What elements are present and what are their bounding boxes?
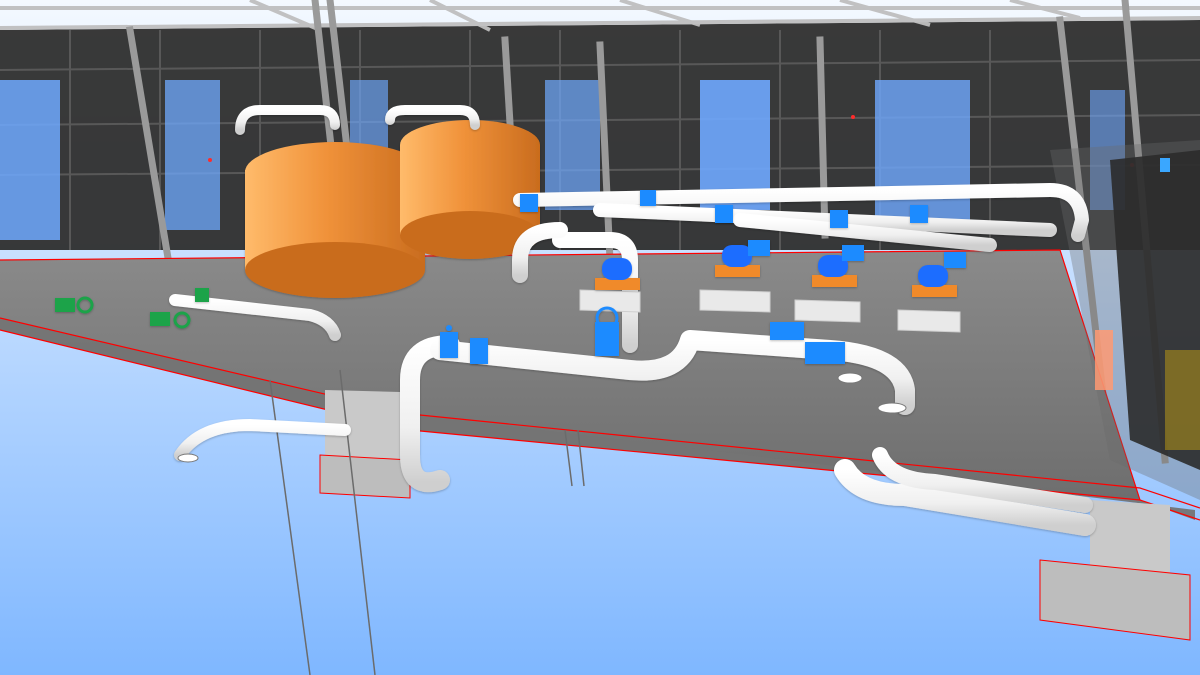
- blue-gate-valve-icon: [770, 322, 804, 340]
- blue-gate-valve-icon: [910, 205, 928, 223]
- blue-gate-valve-icon: [470, 338, 488, 364]
- right-wall-door: [1095, 330, 1113, 390]
- blue-gate-valve-icon: [640, 190, 656, 206]
- 3d-viewport[interactable]: [0, 0, 1200, 675]
- 3d-scene[interactable]: [0, 0, 1200, 675]
- pressure-tank-icon: [245, 142, 425, 298]
- blue-gate-valve-icon: [830, 210, 848, 228]
- blue-gate-valve-icon: [715, 205, 733, 223]
- window-left-2: [165, 80, 220, 230]
- window-left: [0, 80, 60, 240]
- right-wall-sign: [1160, 158, 1170, 172]
- blue-gate-valve-icon: [805, 342, 845, 364]
- window-center: [545, 80, 600, 210]
- blue-gate-valve-icon: [520, 194, 538, 212]
- green-valve-icon: [195, 288, 209, 302]
